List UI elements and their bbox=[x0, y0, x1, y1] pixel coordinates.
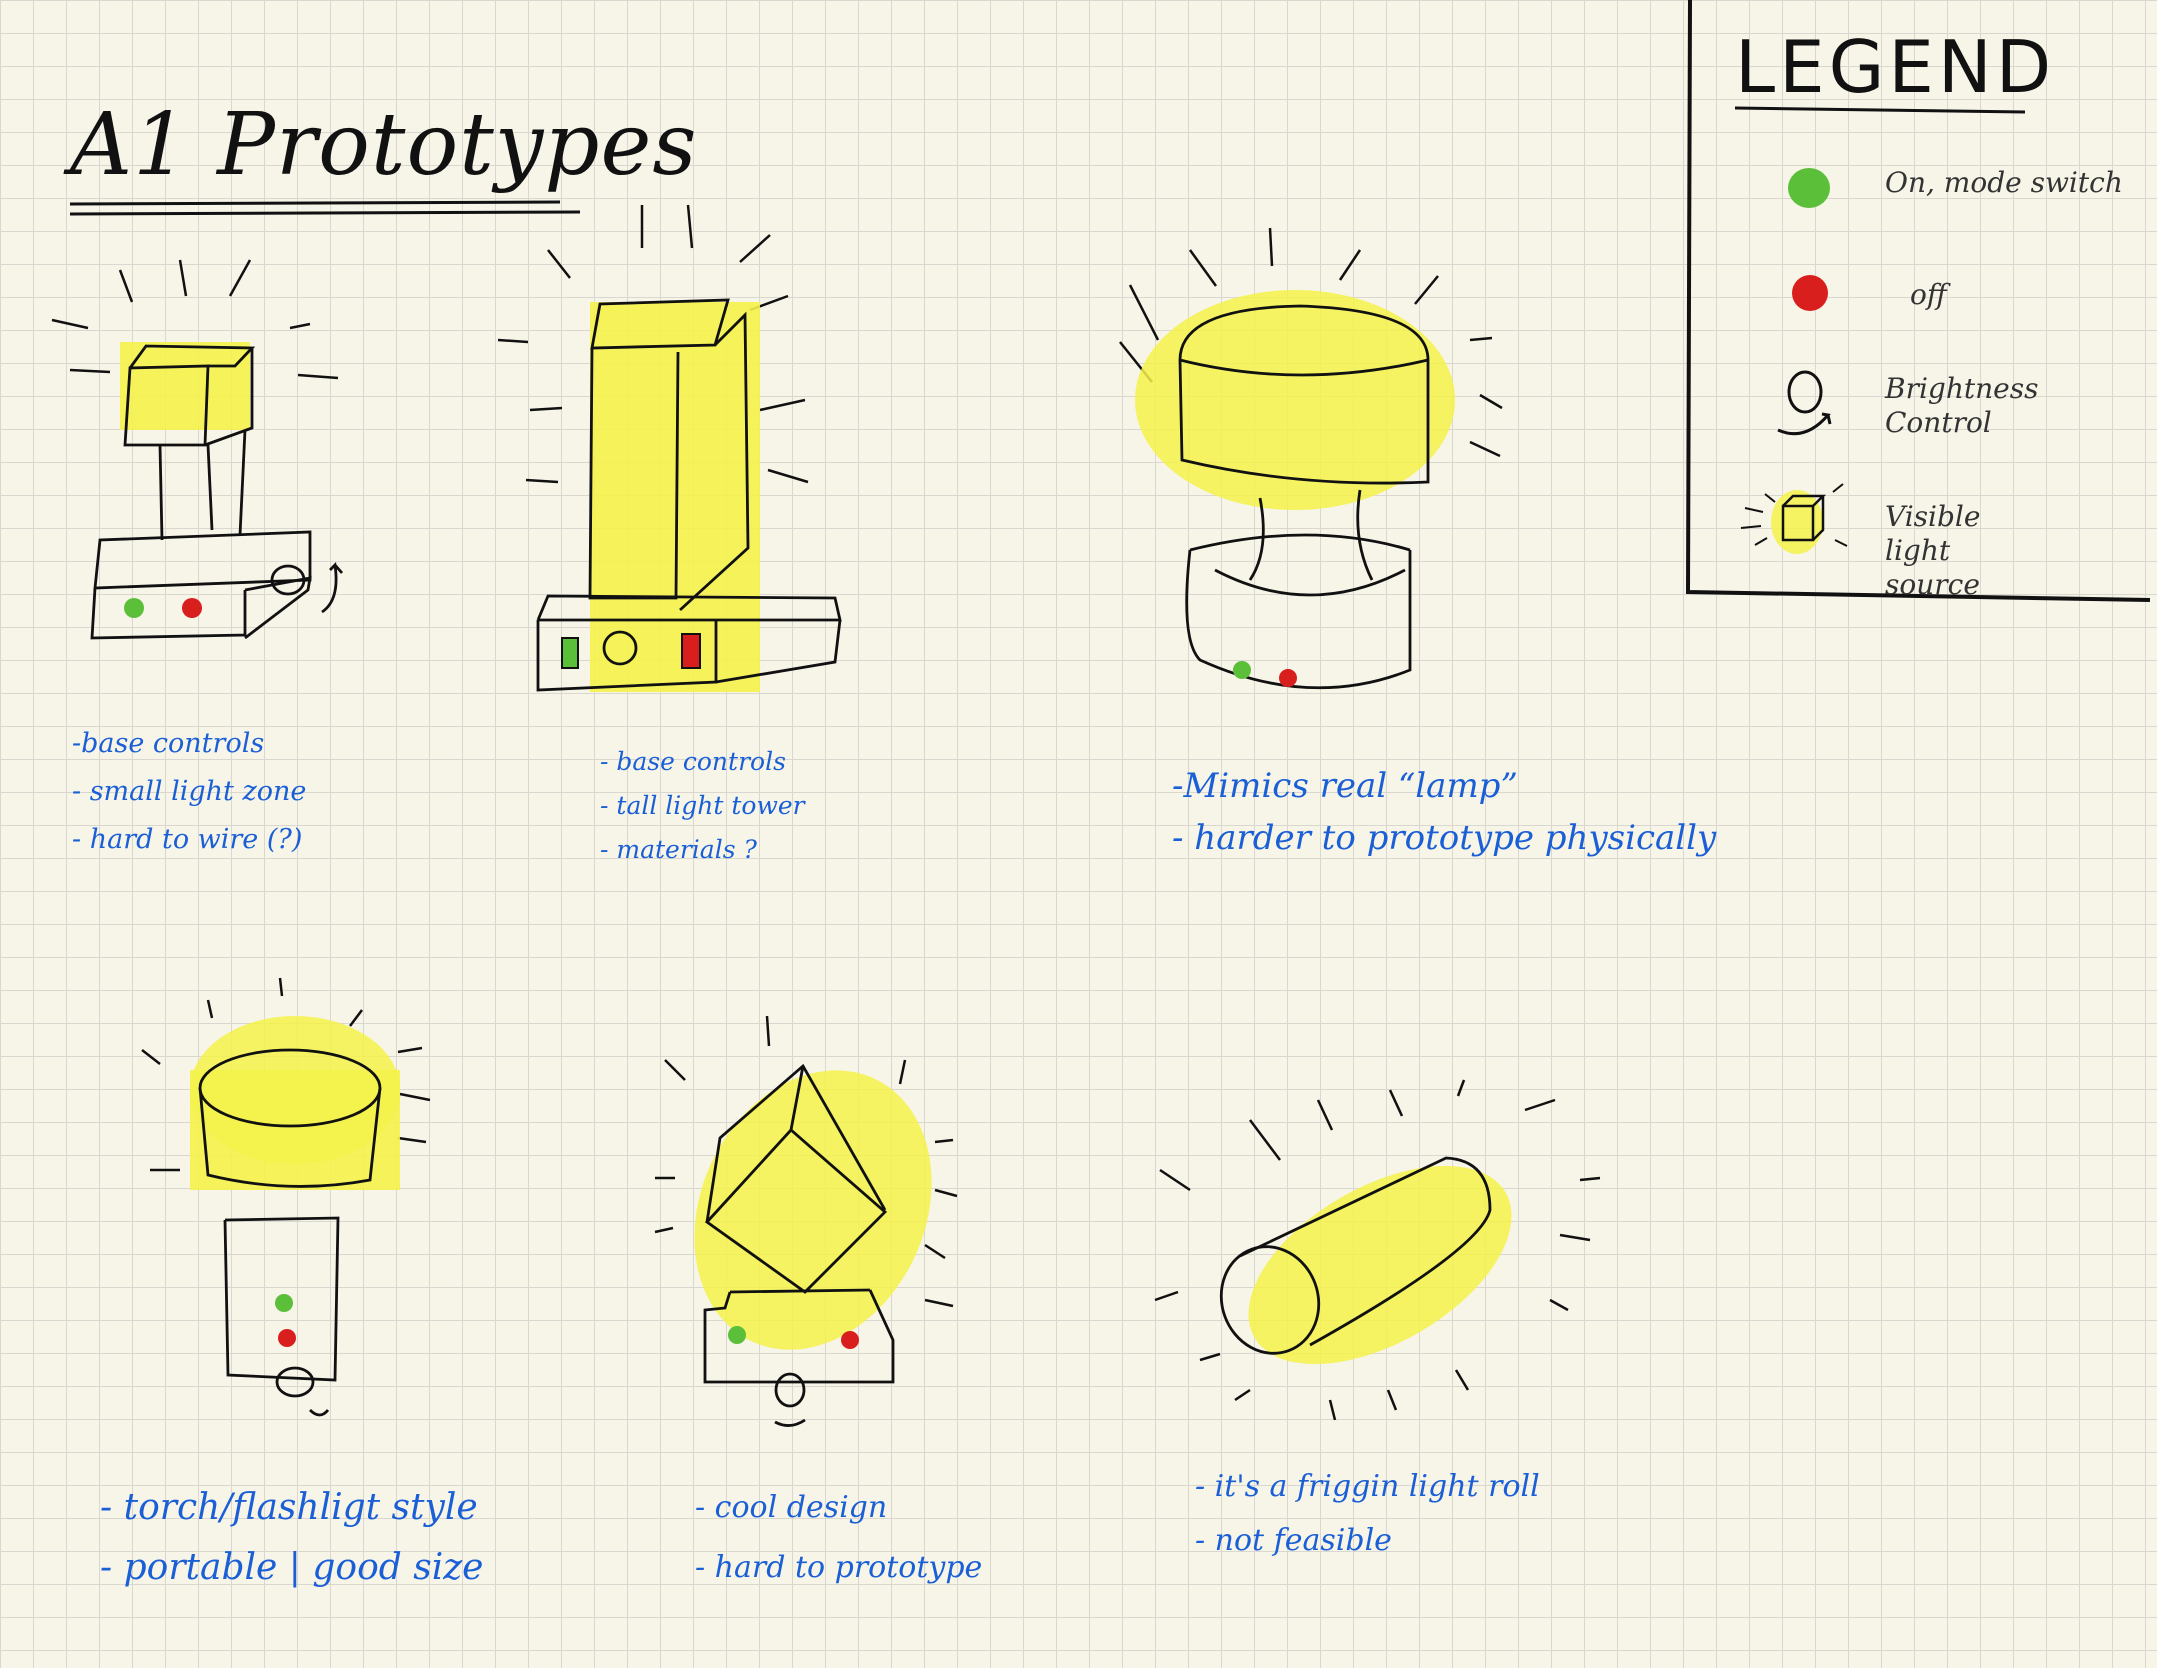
note-line: - tall light tower bbox=[600, 791, 805, 820]
legend-label-light: Visible light source bbox=[1885, 500, 1981, 601]
prototype-6-sketch bbox=[1154, 1079, 1601, 1421]
legend-label-on: On, mode switch bbox=[1885, 166, 2123, 199]
note-line: - materials ? bbox=[600, 835, 757, 864]
note-line: - base controls bbox=[600, 747, 786, 776]
note-line: -base controls bbox=[72, 728, 265, 759]
note-line: - torch/flashligt style bbox=[100, 1487, 478, 1528]
note-line: - hard to prototype bbox=[695, 1550, 983, 1585]
note-line: - cool design bbox=[695, 1490, 888, 1525]
prototype-4-notes: - torch/flashligt style - portable | goo… bbox=[100, 1478, 483, 1598]
prototype-4-sketch bbox=[141, 977, 431, 1417]
rotate-knob-icon bbox=[1777, 370, 1832, 436]
note-line: - hard to wire (?) bbox=[72, 824, 303, 855]
note-line: - it's a friggin light roll bbox=[1195, 1469, 1540, 1504]
prototype-5-notes: - cool design - hard to prototype bbox=[695, 1478, 982, 1598]
legend-label-brightness: Brightness Control bbox=[1885, 372, 2039, 439]
legend-label-off: off bbox=[1910, 278, 1947, 311]
red-dot-icon bbox=[1792, 275, 1828, 311]
prototype-2-notes: - base controls - tall light tower - mat… bbox=[600, 740, 805, 872]
glowing-cube-icon bbox=[1740, 483, 1848, 554]
note-line: -Mimics real “lamp” bbox=[1172, 766, 1518, 806]
prototype-1-notes: -base controls - small light zone - hard… bbox=[72, 720, 306, 864]
prototype-2-sketch bbox=[497, 204, 842, 692]
prototype-3-sketch bbox=[1119, 227, 1503, 690]
prototype-1-sketch bbox=[51, 259, 344, 640]
note-line: - small light zone bbox=[72, 776, 307, 807]
note-line: - portable | good size bbox=[100, 1547, 484, 1588]
page-title: A1 Prototypes bbox=[70, 95, 698, 195]
prototype-3-notes: -Mimics real “lamp” - harder to prototyp… bbox=[1172, 760, 1716, 864]
prototype-5-sketch bbox=[654, 1015, 958, 1427]
prototype-6-notes: - it's a friggin light roll - not feasib… bbox=[1195, 1460, 1540, 1568]
note-line: - harder to prototype physically bbox=[1172, 818, 1717, 858]
note-line: - not feasible bbox=[1195, 1523, 1392, 1558]
legend-title: LEGEND bbox=[1735, 25, 2056, 109]
green-dot-icon bbox=[1788, 168, 1830, 208]
